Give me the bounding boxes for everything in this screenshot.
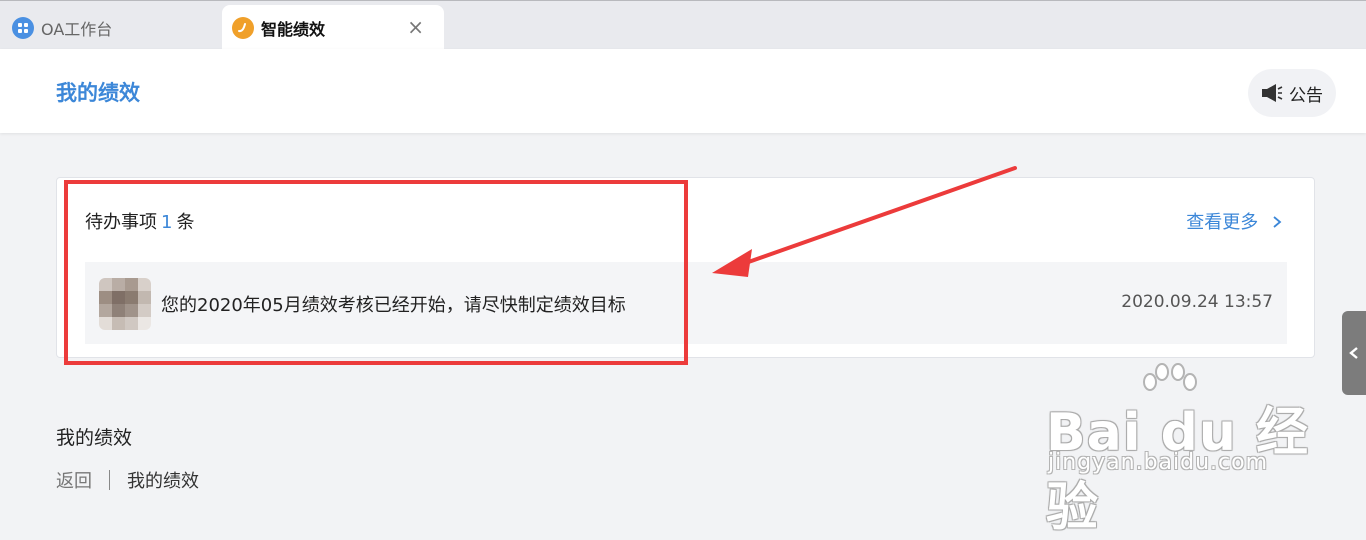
- breadcrumb-separator: [109, 470, 110, 490]
- close-icon[interactable]: ×: [407, 15, 424, 39]
- tab-label: 智能绩效: [261, 19, 326, 39]
- tab-bar: OA工作台 智能绩效 ×: [0, 0, 1366, 50]
- view-more-link[interactable]: 查看更多: [1186, 208, 1284, 234]
- annotation-arrow: [712, 166, 1017, 277]
- app-grid-icon: [12, 16, 34, 39]
- notice-button[interactable]: 公告: [1248, 69, 1336, 117]
- todo-item-time: 2020.09.24 13:57: [1121, 292, 1273, 312]
- breadcrumb-back[interactable]: 返回: [56, 467, 92, 493]
- view-more-label: 查看更多: [1186, 212, 1259, 233]
- tab-oa-workbench[interactable]: OA工作台: [0, 5, 222, 50]
- notice-label: 公告: [1289, 85, 1323, 106]
- highlight-box: [64, 180, 688, 365]
- breadcrumb: 返回 我的绩效: [56, 467, 199, 493]
- page-title: 我的绩效: [56, 81, 140, 105]
- performance-app-icon: [232, 16, 254, 39]
- chevron-left-icon: [1349, 347, 1358, 359]
- tab-performance[interactable]: 智能绩效 ×: [222, 5, 444, 50]
- breadcrumb-current: 我的绩效: [127, 471, 199, 492]
- megaphone-icon: [1262, 84, 1283, 102]
- baidu-watermark: Bai du 经验 jingyan.baidu.com: [1030, 363, 1330, 538]
- watermark-sub: jingyan.baidu.com: [1048, 450, 1269, 475]
- tab-label: OA工作台: [41, 19, 113, 39]
- chevron-right-icon: [1273, 216, 1282, 228]
- side-panel-toggle[interactable]: [1342, 311, 1366, 395]
- section-title: 我的绩效: [56, 427, 133, 449]
- page-header: 我的绩效 公告: [0, 49, 1366, 133]
